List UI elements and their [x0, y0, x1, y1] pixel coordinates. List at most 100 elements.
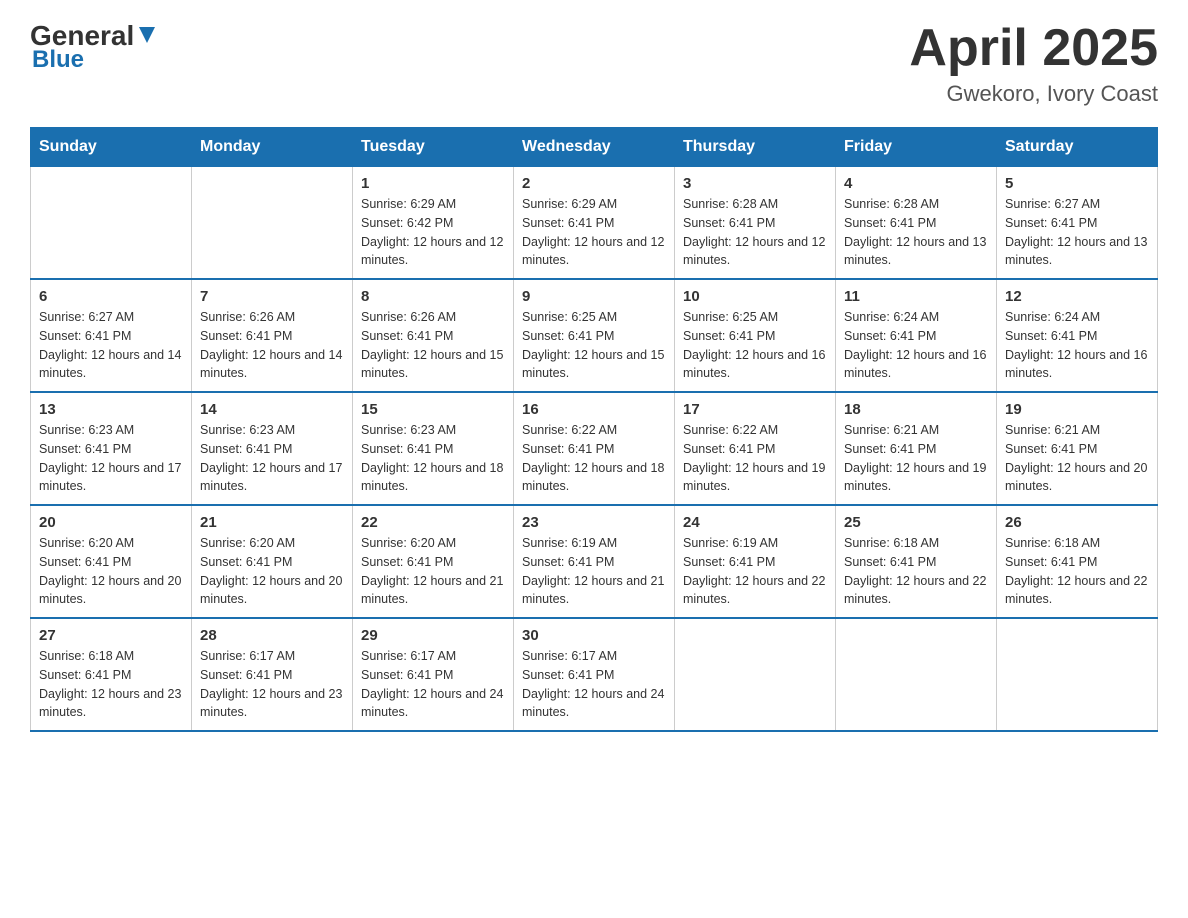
day-number: 7 — [200, 288, 344, 305]
day-number: 29 — [361, 627, 505, 644]
day-number: 21 — [200, 514, 344, 531]
calendar-day-cell: 24 Sunrise: 6:19 AMSunset: 6:41 PMDayligh… — [675, 505, 836, 618]
calendar-week-row: 13 Sunrise: 6:23 AMSunset: 6:41 PMDayligh… — [31, 392, 1158, 505]
calendar-day-cell — [675, 618, 836, 731]
day-info: Sunrise: 6:21 AMSunset: 6:41 PMDaylight:… — [844, 421, 988, 496]
calendar-day-cell: 21 Sunrise: 6:20 AMSunset: 6:41 PMDayligh… — [192, 505, 353, 618]
calendar-week-row: 27Sunrise: 6:18 AMSunset: 6:41 PMDayligh… — [31, 618, 1158, 731]
calendar-day-cell: 9Sunrise: 6:25 AMSunset: 6:41 PMDaylight… — [514, 279, 675, 392]
calendar-day-cell: 20 Sunrise: 6:20 AMSunset: 6:41 PMDayligh… — [31, 505, 192, 618]
day-info: Sunrise: 6:24 AMSunset: 6:41 PMDaylight:… — [1005, 308, 1149, 383]
logo-triangle-icon — [136, 23, 158, 45]
day-number: 2 — [522, 175, 666, 192]
logo-blue-text: Blue — [32, 46, 84, 74]
day-number: 6 — [39, 288, 183, 305]
day-number: 18 — [844, 401, 988, 418]
calendar-day-cell: 13 Sunrise: 6:23 AMSunset: 6:41 PMDayligh… — [31, 392, 192, 505]
day-info: Sunrise: 6:24 AMSunset: 6:41 PMDaylight:… — [844, 308, 988, 383]
weekday-header-monday: Monday — [192, 128, 353, 167]
calendar-day-cell: 25 Sunrise: 6:18 AMSunset: 6:41 PMDayligh… — [836, 505, 997, 618]
weekday-header-wednesday: Wednesday — [514, 128, 675, 167]
day-number: 30 — [522, 627, 666, 644]
location-subtitle: Gwekoro, Ivory Coast — [909, 81, 1158, 107]
day-info: Sunrise: 6:18 AMSunset: 6:41 PMDaylight:… — [844, 534, 988, 609]
day-number: 3 — [683, 175, 827, 192]
title-block: April 2025 Gwekoro, Ivory Coast — [909, 20, 1158, 107]
day-info: Sunrise: 6:17 AMSunset: 6:41 PMDaylight:… — [522, 647, 666, 722]
day-info: Sunrise: 6:23 AMSunset: 6:41 PMDaylight:… — [39, 421, 183, 496]
calendar-day-cell: 8Sunrise: 6:26 AMSunset: 6:41 PMDaylight… — [353, 279, 514, 392]
day-info: Sunrise: 6:23 AMSunset: 6:41 PMDaylight:… — [361, 421, 505, 496]
calendar-day-cell — [192, 167, 353, 280]
day-info: Sunrise: 6:19 AMSunset: 6:41 PMDaylight:… — [683, 534, 827, 609]
calendar-day-cell: 2 Sunrise: 6:29 AMSunset: 6:41 PMDaylight… — [514, 167, 675, 280]
day-info: Sunrise: 6:22 AMSunset: 6:41 PMDaylight:… — [522, 421, 666, 496]
day-number: 15 — [361, 401, 505, 418]
day-info: Sunrise: 6:21 AMSunset: 6:41 PMDaylight:… — [1005, 421, 1149, 496]
calendar-day-cell: 14 Sunrise: 6:23 AMSunset: 6:41 PMDayligh… — [192, 392, 353, 505]
calendar-week-row: 6Sunrise: 6:27 AMSunset: 6:41 PMDaylight… — [31, 279, 1158, 392]
day-info: Sunrise: 6:20 AMSunset: 6:41 PMDaylight:… — [200, 534, 344, 609]
calendar-day-cell: 7 Sunrise: 6:26 AMSunset: 6:41 PMDaylight… — [192, 279, 353, 392]
day-info: Sunrise: 6:25 AMSunset: 6:41 PMDaylight:… — [683, 308, 827, 383]
calendar-day-cell: 28 Sunrise: 6:17 AMSunset: 6:41 PMDayligh… — [192, 618, 353, 731]
calendar-day-cell: 17 Sunrise: 6:22 AMSunset: 6:41 PMDayligh… — [675, 392, 836, 505]
calendar-day-cell: 10 Sunrise: 6:25 AMSunset: 6:41 PMDayligh… — [675, 279, 836, 392]
day-info: Sunrise: 6:29 AMSunset: 6:42 PMDaylight:… — [361, 195, 505, 270]
day-number: 20 — [39, 514, 183, 531]
day-number: 16 — [522, 401, 666, 418]
day-info: Sunrise: 6:23 AMSunset: 6:41 PMDaylight:… — [200, 421, 344, 496]
day-number: 14 — [200, 401, 344, 418]
month-title: April 2025 — [909, 20, 1158, 77]
day-number: 13 — [39, 401, 183, 418]
day-number: 17 — [683, 401, 827, 418]
weekday-header-thursday: Thursday — [675, 128, 836, 167]
day-info: Sunrise: 6:22 AMSunset: 6:41 PMDaylight:… — [683, 421, 827, 496]
day-number: 12 — [1005, 288, 1149, 305]
weekday-header-row: SundayMondayTuesdayWednesdayThursdayFrid… — [31, 128, 1158, 167]
calendar-day-cell: 4 Sunrise: 6:28 AMSunset: 6:41 PMDaylight… — [836, 167, 997, 280]
day-info: Sunrise: 6:29 AMSunset: 6:41 PMDaylight:… — [522, 195, 666, 270]
calendar-day-cell: 16 Sunrise: 6:22 AMSunset: 6:41 PMDayligh… — [514, 392, 675, 505]
calendar-day-cell: 19 Sunrise: 6:21 AMSunset: 6:41 PMDayligh… — [997, 392, 1158, 505]
day-info: Sunrise: 6:27 AMSunset: 6:41 PMDaylight:… — [1005, 195, 1149, 270]
calendar-day-cell: 5 Sunrise: 6:27 AMSunset: 6:41 PMDaylight… — [997, 167, 1158, 280]
day-number: 19 — [1005, 401, 1149, 418]
weekday-header-saturday: Saturday — [997, 128, 1158, 167]
weekday-header-sunday: Sunday — [31, 128, 192, 167]
calendar-day-cell: 27Sunrise: 6:18 AMSunset: 6:41 PMDayligh… — [31, 618, 192, 731]
day-info: Sunrise: 6:17 AMSunset: 6:41 PMDaylight:… — [361, 647, 505, 722]
calendar-day-cell: 3Sunrise: 6:28 AMSunset: 6:41 PMDaylight… — [675, 167, 836, 280]
day-number: 11 — [844, 288, 988, 305]
calendar-day-cell: 11 Sunrise: 6:24 AMSunset: 6:41 PMDayligh… — [836, 279, 997, 392]
day-number: 4 — [844, 175, 988, 192]
day-number: 28 — [200, 627, 344, 644]
day-number: 24 — [683, 514, 827, 531]
day-info: Sunrise: 6:26 AMSunset: 6:41 PMDaylight:… — [200, 308, 344, 383]
day-info: Sunrise: 6:28 AMSunset: 6:41 PMDaylight:… — [844, 195, 988, 270]
day-number: 27 — [39, 627, 183, 644]
calendar-day-cell — [997, 618, 1158, 731]
day-number: 23 — [522, 514, 666, 531]
calendar-day-cell: 6Sunrise: 6:27 AMSunset: 6:41 PMDaylight… — [31, 279, 192, 392]
calendar-day-cell: 15 Sunrise: 6:23 AMSunset: 6:41 PMDayligh… — [353, 392, 514, 505]
calendar-day-cell: 12 Sunrise: 6:24 AMSunset: 6:41 PMDayligh… — [997, 279, 1158, 392]
day-number: 25 — [844, 514, 988, 531]
day-info: Sunrise: 6:17 AMSunset: 6:41 PMDaylight:… — [200, 647, 344, 722]
calendar-table: SundayMondayTuesdayWednesdayThursdayFrid… — [30, 127, 1158, 732]
day-number: 10 — [683, 288, 827, 305]
page-header: General Blue April 2025 Gwekoro, Ivory C… — [30, 20, 1158, 107]
day-info: Sunrise: 6:20 AMSunset: 6:41 PMDaylight:… — [39, 534, 183, 609]
day-number: 1 — [361, 175, 505, 192]
calendar-day-cell — [836, 618, 997, 731]
calendar-day-cell: 29 Sunrise: 6:17 AMSunset: 6:41 PMDayligh… — [353, 618, 514, 731]
day-number: 9 — [522, 288, 666, 305]
calendar-week-row: 1 Sunrise: 6:29 AMSunset: 6:42 PMDaylight… — [31, 167, 1158, 280]
calendar-day-cell: 26Sunrise: 6:18 AMSunset: 6:41 PMDayligh… — [997, 505, 1158, 618]
calendar-day-cell: 1 Sunrise: 6:29 AMSunset: 6:42 PMDaylight… — [353, 167, 514, 280]
day-number: 26 — [1005, 514, 1149, 531]
weekday-header-friday: Friday — [836, 128, 997, 167]
calendar-day-cell: 18 Sunrise: 6:21 AMSunset: 6:41 PMDayligh… — [836, 392, 997, 505]
calendar-week-row: 20 Sunrise: 6:20 AMSunset: 6:41 PMDayligh… — [31, 505, 1158, 618]
day-number: 5 — [1005, 175, 1149, 192]
